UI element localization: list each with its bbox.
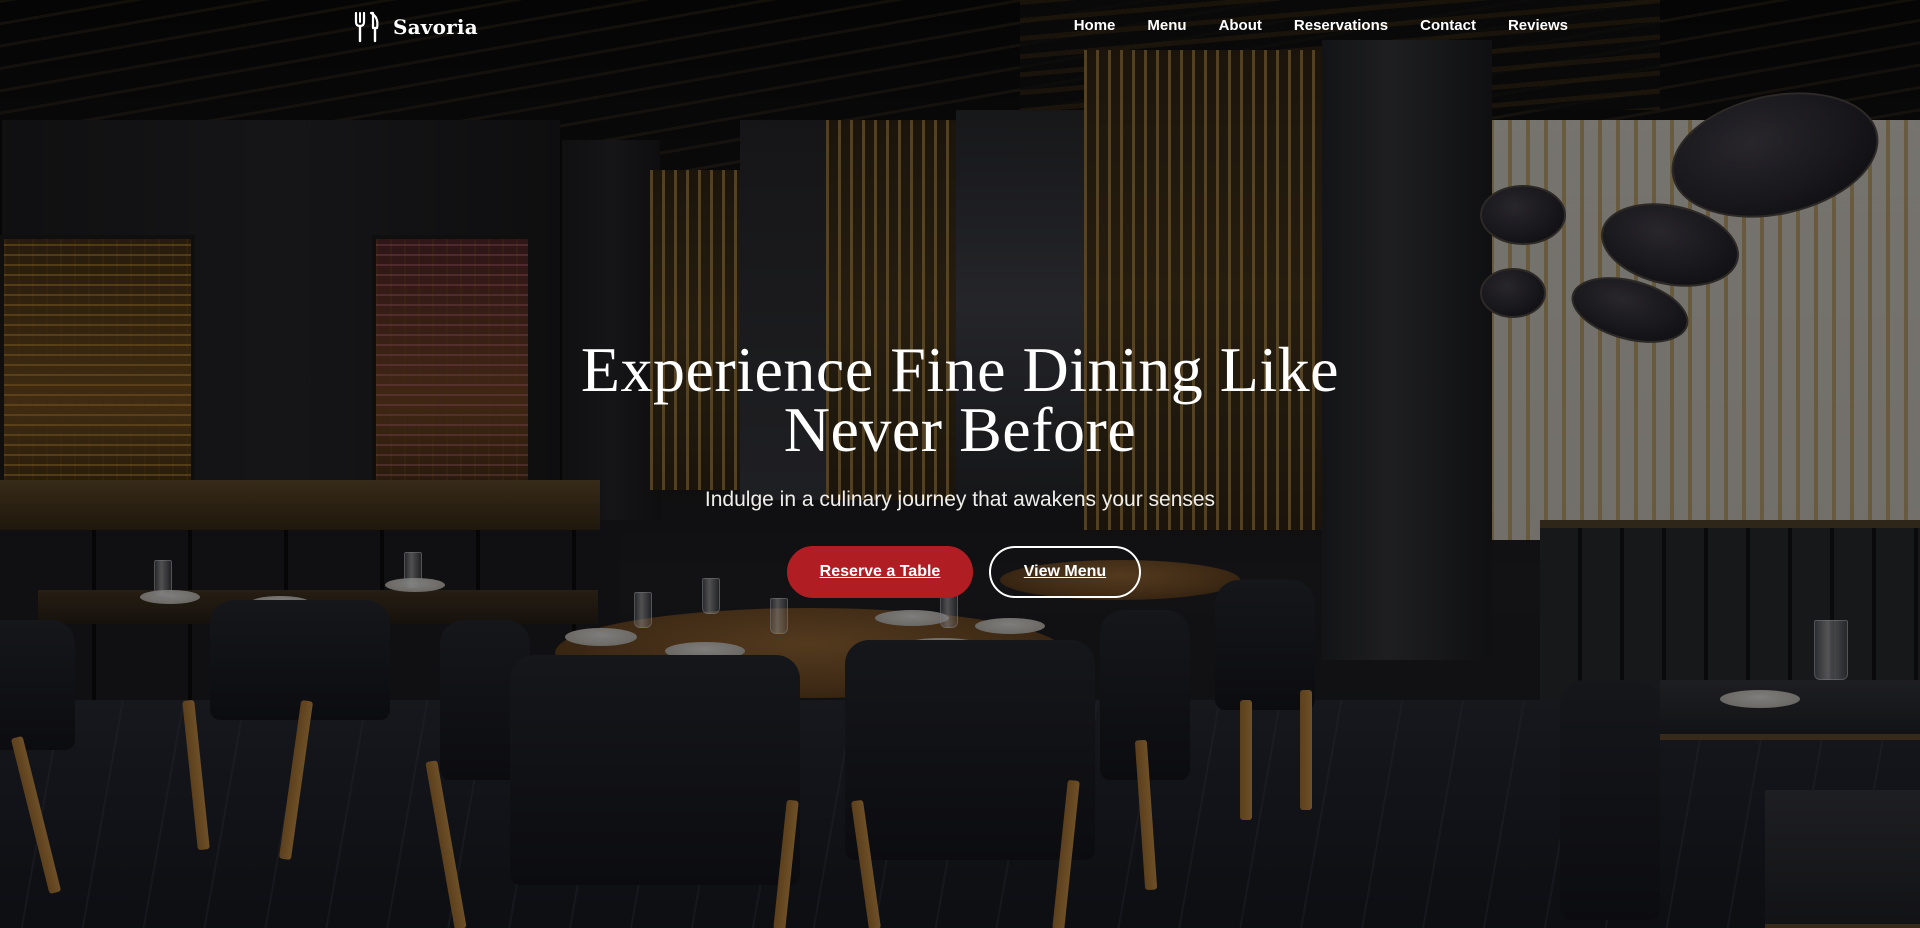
brand-logo-link[interactable]: Savoria [353, 11, 478, 43]
hero-section: Experience Fine Dining Like Never Before… [0, 334, 1920, 598]
navbar: Savoria Home Menu About Reservations Con… [0, 0, 1920, 54]
nav-item: Reservations [1294, 17, 1388, 35]
nav-item: Home [1074, 17, 1116, 35]
nav-link-home[interactable]: Home [1074, 17, 1116, 34]
nav-links: Home Menu About Reservations Contact Rev… [1074, 17, 1568, 35]
hero-subtitle: Indulge in a culinary journey that awake… [704, 488, 1216, 511]
fork-knife-icon [354, 11, 379, 43]
nav-link-about[interactable]: About [1219, 17, 1262, 34]
nav-item: Reviews [1508, 17, 1568, 35]
hero-title: Experience Fine Dining Like Never Before [580, 334, 1340, 465]
reserve-table-button[interactable]: Reserve a Table [787, 546, 973, 598]
nav-item: Contact [1420, 17, 1476, 35]
view-menu-button[interactable]: View Menu [989, 546, 1141, 598]
nav-link-reviews[interactable]: Reviews [1508, 17, 1568, 34]
nav-link-contact[interactable]: Contact [1420, 17, 1476, 34]
nav-link-reservations[interactable]: Reservations [1294, 17, 1388, 34]
brand-name: Savoria [393, 15, 478, 39]
nav-item: Menu [1147, 17, 1186, 35]
hero-actions: Reserve a Table View Menu [0, 546, 1920, 598]
nav-link-menu[interactable]: Menu [1147, 17, 1186, 34]
nav-item: About [1219, 17, 1262, 35]
